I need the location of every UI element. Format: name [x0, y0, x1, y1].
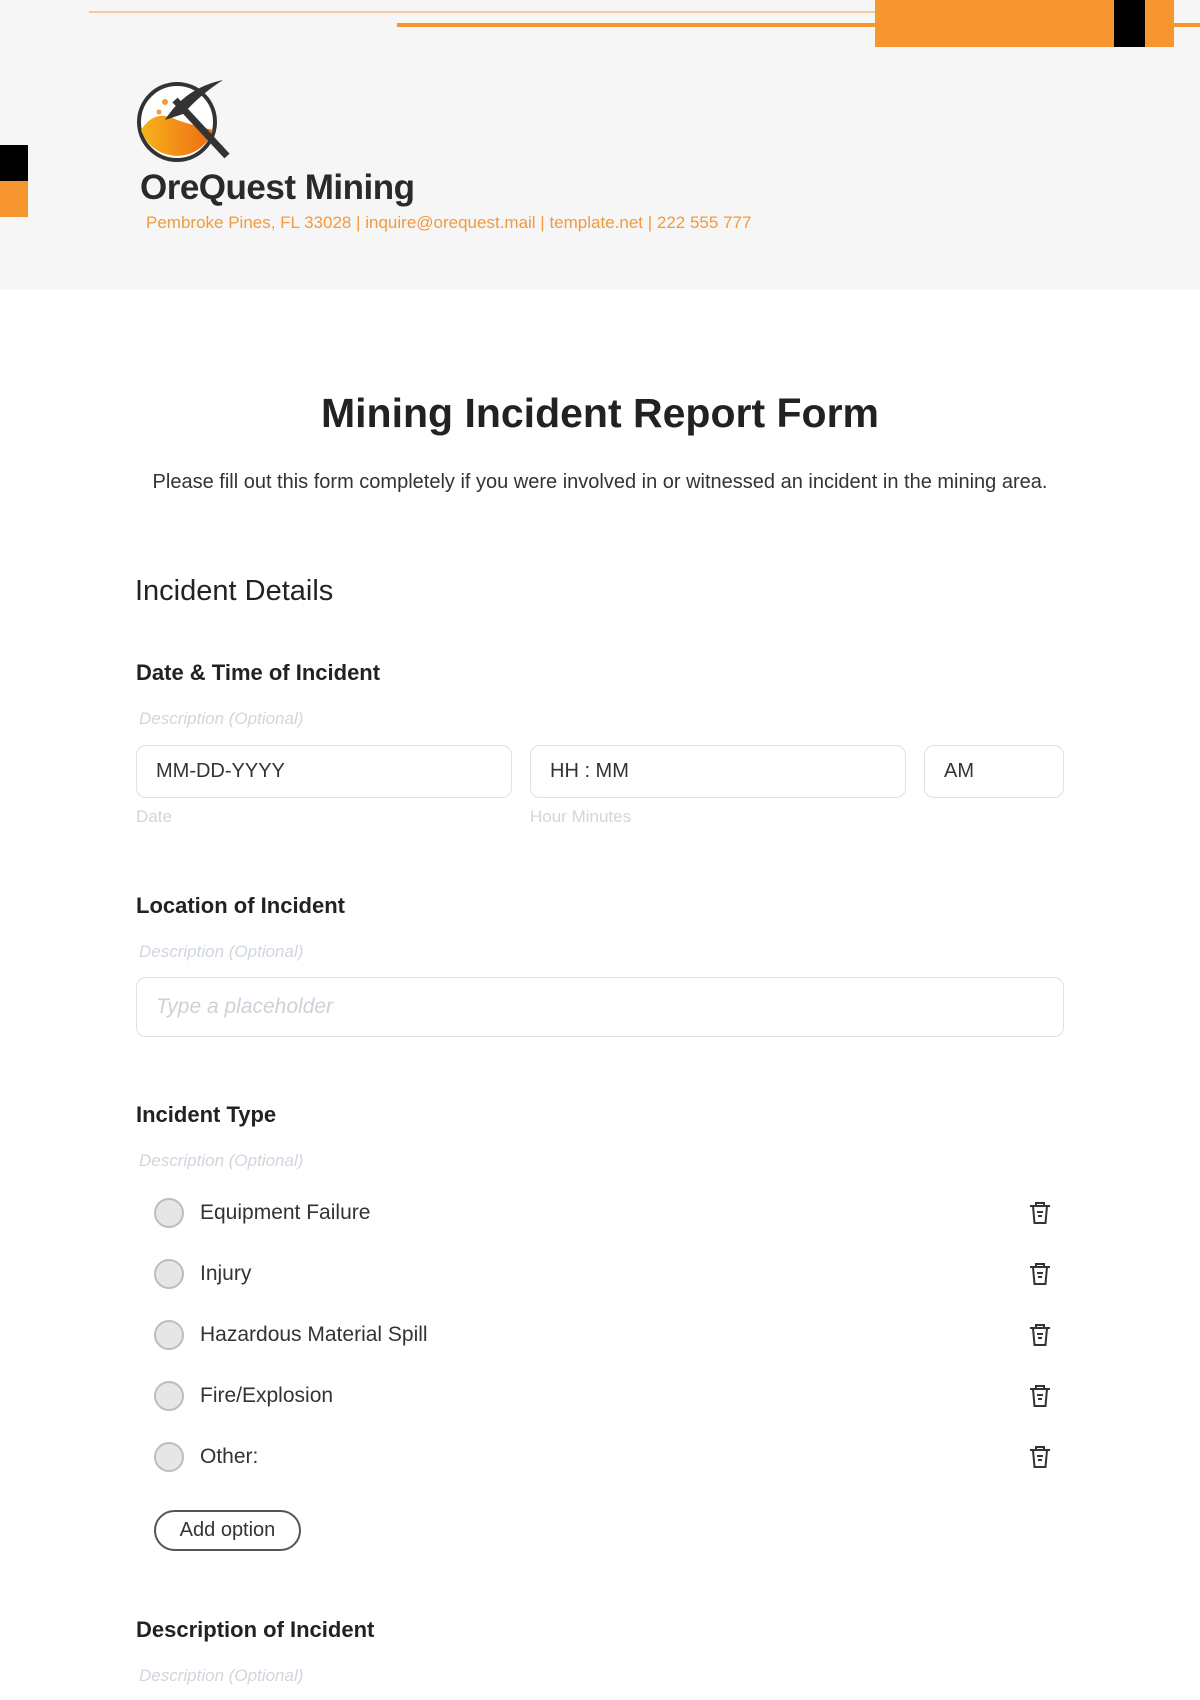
decor-block	[1114, 0, 1145, 47]
letterhead: OreQuest Mining Pembroke Pines, FL 33028…	[0, 0, 1200, 290]
date-sublabel: Date	[136, 807, 172, 826]
question-label: Location of Incident	[136, 893, 345, 918]
decor-line	[89, 11, 889, 13]
form-title: Mining Incident Report Form	[320, 390, 880, 436]
question-description: Description (Optional)	[139, 709, 304, 728]
question-label: Date & Time of Incident	[136, 660, 381, 685]
trash-icon[interactable]	[1026, 1260, 1054, 1288]
time-input[interactable]: HH : MM	[530, 745, 906, 798]
question-description: Description (Optional)	[139, 1151, 304, 1170]
option-label: Other:	[200, 1445, 259, 1468]
trash-icon[interactable]	[1026, 1382, 1054, 1410]
radio-button[interactable]	[154, 1259, 184, 1289]
trash-icon[interactable]	[1026, 1443, 1054, 1471]
option-label: Equipment Failure	[200, 1201, 371, 1224]
option-label: Fire/Explosion	[200, 1384, 334, 1407]
question-label: Description of Incident	[136, 1617, 375, 1642]
decor-block	[0, 181, 28, 217]
trash-icon[interactable]	[1026, 1199, 1054, 1227]
section-title: Incident Details	[135, 575, 334, 607]
trash-icon[interactable]	[1026, 1321, 1054, 1349]
company-name: OreQuest Mining	[140, 168, 415, 207]
radio-button[interactable]	[154, 1198, 184, 1228]
company-contact: Pembroke Pines, FL 33028 | inquire@orequ…	[146, 213, 752, 232]
form-intro: Please fill out this form completely if …	[152, 471, 1048, 493]
question-description: Description (Optional)	[139, 942, 304, 961]
option-label: Hazardous Material Spill	[200, 1323, 428, 1346]
radio-button[interactable]	[154, 1320, 184, 1350]
radio-option[interactable]: Other:	[154, 1439, 1054, 1475]
pickaxe-logo-icon	[137, 80, 230, 162]
question-label: Incident Type	[136, 1102, 277, 1127]
decor-block	[0, 145, 28, 181]
add-option-button[interactable]: Add option	[154, 1510, 301, 1551]
radio-button[interactable]	[154, 1381, 184, 1411]
time-sublabel: Hour Minutes	[530, 807, 632, 826]
radio-button[interactable]	[154, 1442, 184, 1472]
date-input[interactable]: MM-DD-YYYY	[136, 745, 512, 798]
radio-option[interactable]: Fire/Explosion	[154, 1378, 1054, 1414]
location-input[interactable]: Type a placeholder	[136, 977, 1064, 1037]
ampm-select[interactable]: AM	[924, 745, 1064, 798]
option-label: Injury	[200, 1262, 252, 1285]
question-description: Description (Optional)	[139, 1666, 304, 1685]
radio-option[interactable]: Equipment Failure	[154, 1195, 1054, 1231]
radio-option[interactable]: Hazardous Material Spill	[154, 1317, 1054, 1353]
radio-option[interactable]: Injury	[154, 1256, 1054, 1292]
